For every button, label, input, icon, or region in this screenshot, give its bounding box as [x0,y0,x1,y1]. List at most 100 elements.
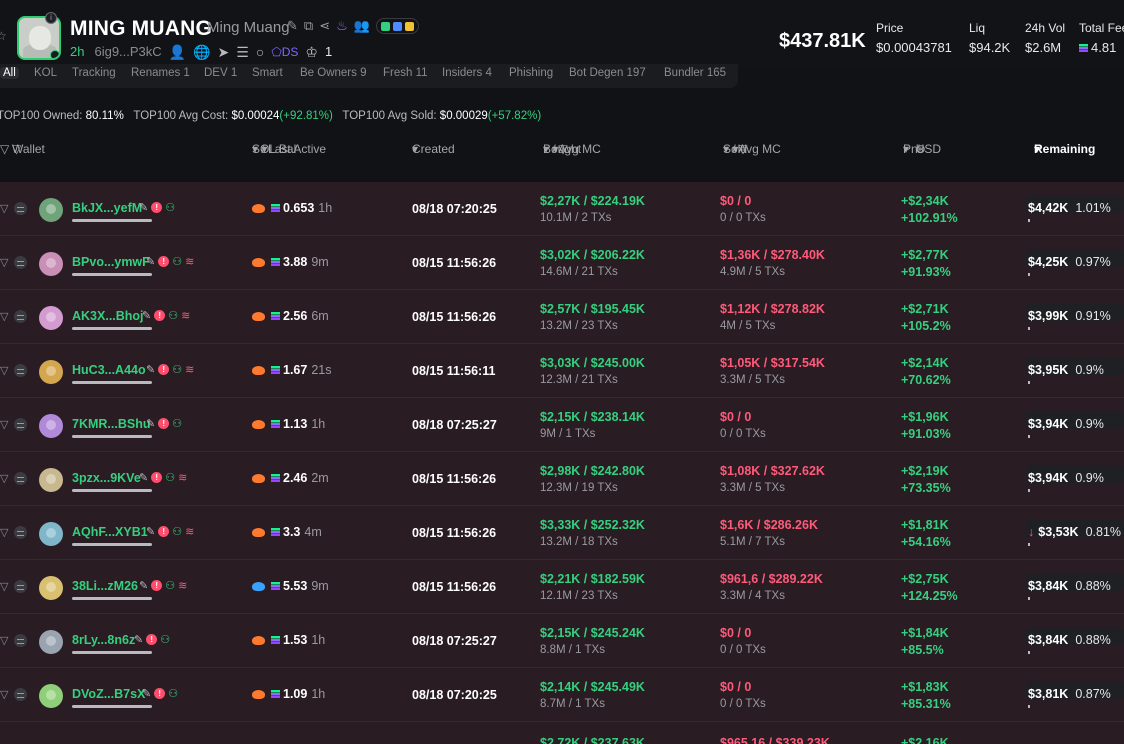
user-plus-icon[interactable]: ⚇ [165,471,175,484]
user-icon[interactable]: 👤 [169,45,186,59]
row-menu-icon[interactable] [14,580,27,593]
star-icon[interactable]: ☆ [0,30,8,42]
wallet-address[interactable]: BkJX...yefM [72,201,142,215]
edit-icon[interactable]: ✎ [287,18,298,34]
table-row[interactable]: ▽ 3pzx...9KVe ✎! ⚇ ≋ 2.46 2m 08/15 11:56:26 $2,9… [0,452,1124,506]
row-menu-icon[interactable] [14,472,27,485]
wallet-address[interactable]: AQhF...XYB1 [72,525,148,539]
row-menu-icon[interactable] [14,526,27,539]
tab-bot-degen[interactable]: Bot Degen 197 [569,67,646,79]
col-bought[interactable]: Bought ▾ / Avg MC ▾ ▽ [543,142,601,156]
user-plus-icon[interactable]: ⚇ [168,687,178,700]
list-icon[interactable]: ☰ [236,45,249,59]
table-row[interactable]: ▽ BPvo...ymwF ✎! ⚇ ≋ 3.88 9m 08/15 11:56:26 $3,0… [0,236,1124,290]
sold-detail: 0 / 0 TXs [720,212,766,224]
tab-dev[interactable]: DEV 1 [204,67,237,79]
col-remaining[interactable]: Remaining ▾ [1034,142,1095,156]
row-menu-icon[interactable] [14,310,27,323]
edit-icon[interactable]: ✎ [139,579,148,592]
edit-icon[interactable]: ✎ [142,309,151,322]
user-plus-icon[interactable]: ⚇ [165,579,175,592]
wallet-address[interactable]: 7KMR...BShu [72,417,150,431]
table-row[interactable]: ▽ 38Li...zM26 ✎! ⚇ ≋ 5.53 9m 08/15 11:56:26 $2,2… [0,560,1124,614]
col-created[interactable]: Created ▾ [412,142,455,156]
edit-icon[interactable]: ✎ [139,471,148,484]
tab-renames[interactable]: Renames 1 [131,67,190,79]
edit-icon[interactable]: ✎ [139,201,148,214]
edit-icon[interactable]: ✎ [142,687,151,700]
telegram-icon[interactable]: ➤ [218,45,230,59]
sol-balance: 2.56 6m [271,309,329,323]
tab-fresh[interactable]: Fresh 11 [383,67,428,79]
table-row[interactable]: ▽ DVoZ...B7sX ✎! ⚇ 1.09 1h 08/18 07:20:25 $2,14… [0,668,1124,722]
tab-phishing[interactable]: Phishing [509,67,553,79]
wallet-address[interactable]: BPvo...ymwF [72,255,150,269]
row-menu-icon[interactable] [14,202,27,215]
edit-icon[interactable]: ✎ [146,255,155,268]
tab-insiders[interactable]: Insiders 4 [442,67,492,79]
tab-kol[interactable]: KOL [34,67,57,79]
contract-address[interactable]: 6ig9...P3kC [94,44,161,59]
row-filter-icon[interactable]: ▽ [0,418,8,431]
user-plus-icon[interactable]: ⚇ [165,201,175,214]
user-plus-icon[interactable]: ⚇ [160,633,170,646]
wallet-address[interactable]: AK3X...Bhoj [72,309,144,323]
user-plus-icon[interactable]: ⚇ [172,363,182,376]
row-menu-icon[interactable] [14,418,27,431]
dexscreener-link[interactable]: ⬠DS [271,45,298,59]
pnl-percent: +85.31% [901,697,951,711]
row-filter-icon[interactable]: ▽ [0,634,8,647]
header-filter-icon[interactable]: ▽ [0,142,9,156]
row-filter-icon[interactable]: ▽ [0,256,8,269]
table-row[interactable]: ▽ BkJX...yefM ✎! ⚇ 0.653 1h 08/18 07:20:25 $2,2… [0,182,1124,236]
table-row[interactable]: ▽ HuC3...A44o ✎! ⚇ ≋ 1.67 21s 08/15 11:56:11 $3,… [0,344,1124,398]
col-sold[interactable]: Sold ▾ / Avg MC ▾ ▽ [723,142,781,156]
vol-stat: 24h Vol $2.6M [1025,21,1065,55]
table-row-partial[interactable]: $2,72K / $237.63K $965,16 / $339.23K +$2… [0,722,1124,744]
copy-icon[interactable]: ⧉ [304,18,313,34]
row-menu-icon[interactable] [14,256,27,269]
row-menu-icon[interactable] [14,634,27,647]
tab-be-owners[interactable]: Be Owners 9 [300,67,366,79]
search-icon[interactable]: ○ [256,45,264,59]
edit-icon[interactable]: ✎ [146,417,155,430]
share-icon[interactable]: ⋖ [319,18,330,34]
row-filter-icon[interactable]: ▽ [0,310,8,323]
user-plus-icon[interactable]: ⚇ [172,525,182,538]
wallet-address[interactable]: 3pzx...9KVe [72,471,141,485]
tab-tracking[interactable]: Tracking [72,67,116,79]
globe-icon[interactable]: 🌐 [193,45,210,59]
table-row[interactable]: ▽ AK3X...Bhoj ✎! ⚇ ≋ 2.56 6m 08/15 11:56:26 $2,5… [0,290,1124,344]
wallet-address[interactable]: 38Li...zM26 [72,579,138,593]
wallet-address[interactable]: 8rLy...8n6z [72,633,135,647]
wallet-address[interactable]: DVoZ...B7sX [72,687,145,701]
edit-icon[interactable]: ✎ [146,525,155,538]
row-filter-icon[interactable]: ▽ [0,472,8,485]
edit-icon[interactable]: ✎ [146,363,155,376]
row-menu-icon[interactable] [14,364,27,377]
user-plus-icon[interactable]: ⚇ [172,417,182,430]
row-filter-icon[interactable]: ▽ [0,364,8,377]
user-plus-icon[interactable]: ⚇ [168,309,178,322]
row-filter-icon[interactable]: ▽ [0,580,8,593]
table-row[interactable]: ▽ 7KMR...BShu ✎! ⚇ 1.13 1h 08/18 07:25:27 $2,15… [0,398,1124,452]
badges-group[interactable] [375,18,419,34]
tab-smart[interactable]: Smart [252,67,283,79]
created-time: 08/18 07:20:25 [412,688,497,702]
tab-bundler[interactable]: Bundler 165 [664,67,726,79]
edit-icon[interactable]: ✎ [134,633,143,646]
table-row[interactable]: ▽ AQhF...XYB1 ✎! ⚇ ≋ 3.3 4m 08/15 11:56:26 $3,33… [0,506,1124,560]
row-menu-icon[interactable] [14,688,27,701]
layers-icon: ≋ [178,472,188,484]
info-icon[interactable]: i [45,12,57,24]
col-sol-bal[interactable]: SOL Bal ▾ / Last Active ▾ [252,142,326,156]
crown-icon[interactable]: ♔ [305,45,318,59]
user-plus-icon[interactable]: ⚇ [172,255,182,268]
row-filter-icon[interactable]: ▽ [0,526,8,539]
row-filter-icon[interactable]: ▽ [0,688,8,701]
table-row[interactable]: ▽ 8rLy...8n6z ✎! ⚇ 1.53 1h 08/18 07:25:27 $2,15… [0,614,1124,668]
col-pnl[interactable]: Pnl ▾ USD ⊛ [903,142,941,156]
wallet-address[interactable]: HuC3...A44o [72,363,146,377]
row-filter-icon[interactable]: ▽ [0,202,8,215]
tab-all[interactable]: All [0,67,19,79]
